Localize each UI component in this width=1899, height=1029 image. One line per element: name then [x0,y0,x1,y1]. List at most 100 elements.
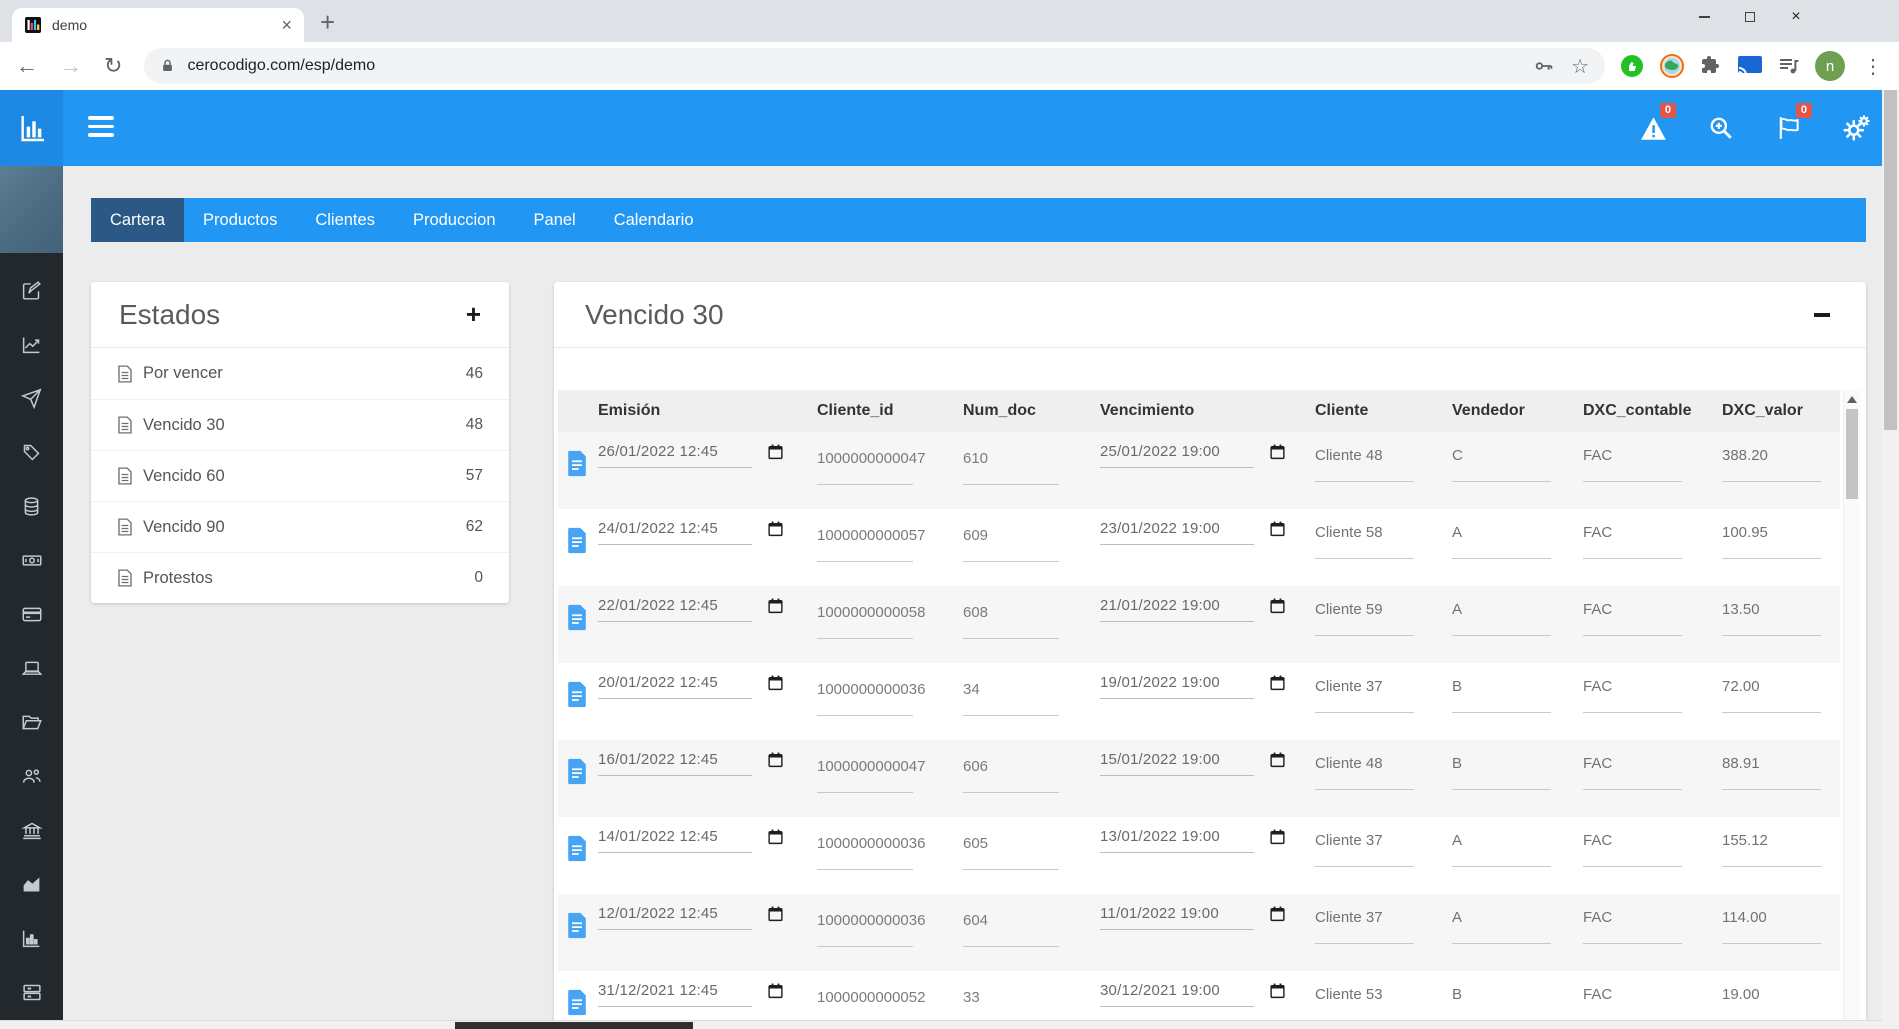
back-button[interactable]: ← [16,53,38,79]
dxc-contable-input[interactable]: FAC [1583,832,1612,849]
page-horizontal-scrollbar[interactable] [0,1020,1882,1029]
dxc-contable-input[interactable]: FAC [1583,986,1612,1003]
document-icon[interactable] [566,681,588,708]
dxc-contable-input[interactable]: FAC [1583,447,1612,464]
sidebar-laptop-icon[interactable] [21,658,43,679]
sidebar-bar-chart-icon[interactable] [21,928,42,949]
app-tab[interactable]: Clientes [296,198,394,242]
emision-date-input[interactable]: 20/01/2022 12:45 [598,674,790,699]
browser-tab[interactable]: demo × [12,8,304,42]
vendedor-input[interactable]: B [1452,986,1462,1003]
adblock-extension-icon[interactable] [1619,53,1645,79]
vendedor-input[interactable]: A [1452,601,1462,618]
cliente-input[interactable]: Cliente 37 [1315,678,1383,695]
tab-close-icon[interactable]: × [281,16,292,34]
emision-date-input[interactable]: 31/12/2021 12:45 [598,982,790,1007]
estados-list-item[interactable]: Vencido 30 48 [91,399,509,450]
vencimiento-date-input[interactable]: 23/01/2022 19:00 [1100,520,1292,545]
password-key-icon[interactable] [1533,55,1555,77]
dxc-contable-input[interactable]: FAC [1583,678,1612,695]
vencimiento-date-input[interactable]: 30/12/2021 19:00 [1100,982,1292,1007]
emision-date-input[interactable]: 12/01/2022 12:45 [598,905,790,930]
dxc-valor-input[interactable]: 155.12 [1722,832,1768,849]
browser-menu-icon[interactable]: ⋮ [1863,54,1883,79]
calendar-icon[interactable] [767,597,784,615]
page-horizontal-scrollbar-thumb[interactable] [455,1022,693,1029]
sidebar-database-icon[interactable] [21,496,42,517]
emision-date-input[interactable]: 24/01/2022 12:45 [598,520,790,545]
vendedor-input[interactable]: A [1452,832,1462,849]
cliente-input[interactable]: Cliente 48 [1315,755,1383,772]
cliente-id-input[interactable]: 1000000000036 [817,681,925,698]
document-icon[interactable] [566,527,588,554]
flags-button[interactable]: 0 [1775,103,1812,142]
calendar-icon[interactable] [767,905,784,923]
scroll-up-arrow-icon[interactable] [1847,396,1857,403]
document-icon[interactable] [566,450,588,477]
forward-button[interactable]: → [60,53,82,79]
vendedor-input[interactable]: A [1452,909,1462,926]
num-doc-input[interactable]: 605 [963,835,988,852]
emision-date-input[interactable]: 26/01/2022 12:45 [598,443,790,468]
sidebar-area-chart-icon[interactable] [21,874,42,895]
estados-list-item[interactable]: Por vencer 46 [91,348,509,399]
collapse-icon[interactable] [1814,312,1830,317]
calendar-icon[interactable] [1269,828,1286,846]
dxc-contable-input[interactable]: FAC [1583,524,1612,541]
dxc-valor-input[interactable]: 13.50 [1722,601,1760,618]
dxc-valor-input[interactable]: 88.91 [1722,755,1760,772]
num-doc-input[interactable]: 606 [963,758,988,775]
window-minimize-button[interactable] [1681,0,1727,34]
document-icon[interactable] [566,604,588,631]
search-button[interactable] [1707,114,1735,142]
vencimiento-date-input[interactable]: 25/01/2022 19:00 [1100,443,1292,468]
playlist-extension-icon[interactable] [1777,54,1801,78]
app-tab[interactable]: Calendario [595,198,713,242]
vencimiento-date-input[interactable]: 15/01/2022 19:00 [1100,751,1292,776]
app-tab[interactable]: Produccion [394,198,515,242]
document-icon[interactable] [566,989,588,1016]
reload-button[interactable]: ↻ [104,53,122,79]
cliente-input[interactable]: Cliente 58 [1315,524,1383,541]
sidebar-bank-icon[interactable] [20,820,43,841]
calendar-icon[interactable] [1269,597,1286,615]
calendar-icon[interactable] [1269,520,1286,538]
document-icon[interactable] [566,835,588,862]
alerts-button[interactable]: 0 [1639,103,1676,142]
calendar-icon[interactable] [767,520,784,538]
calendar-icon[interactable] [1269,905,1286,923]
vencimiento-date-input[interactable]: 19/01/2022 19:00 [1100,674,1292,699]
cliente-id-input[interactable]: 1000000000036 [817,835,925,852]
sidebar-toggle-button[interactable] [88,116,114,137]
bookmark-star-icon[interactable]: ☆ [1571,54,1589,79]
column-header[interactable]: Emisión [598,402,817,420]
window-restore-button[interactable] [1727,0,1773,34]
vendedor-input[interactable]: B [1452,678,1462,695]
cliente-input[interactable]: Cliente 59 [1315,601,1383,618]
document-icon[interactable] [566,758,588,785]
num-doc-input[interactable]: 34 [963,681,980,698]
dxc-valor-input[interactable]: 100.95 [1722,524,1768,541]
sidebar-users-icon[interactable] [20,766,43,787]
cliente-id-input[interactable]: 1000000000052 [817,989,925,1006]
num-doc-input[interactable]: 610 [963,450,988,467]
emision-date-input[interactable]: 14/01/2022 12:45 [598,828,790,853]
settings-button[interactable] [1843,114,1871,142]
estados-add-button[interactable]: + [466,299,481,330]
cliente-id-input[interactable]: 1000000000057 [817,527,925,544]
app-tab[interactable]: Cartera [91,198,185,242]
page-vertical-scrollbar-thumb[interactable] [1884,90,1897,430]
dxc-contable-input[interactable]: FAC [1583,909,1612,926]
app-tab[interactable]: Productos [184,198,296,242]
sidebar-edit-icon[interactable] [21,280,42,301]
num-doc-input[interactable]: 609 [963,527,988,544]
estados-list-item[interactable]: Vencido 90 62 [91,501,509,552]
vendedor-input[interactable]: A [1452,524,1462,541]
dxc-contable-input[interactable]: FAC [1583,755,1612,772]
cliente-input[interactable]: Cliente 37 [1315,832,1383,849]
calendar-icon[interactable] [767,674,784,692]
vencimiento-date-input[interactable]: 13/01/2022 19:00 [1100,828,1292,853]
vencimiento-date-input[interactable]: 21/01/2022 19:00 [1100,597,1292,622]
emision-date-input[interactable]: 22/01/2022 12:45 [598,597,790,622]
url-text[interactable]: cerocodigo.com/esp/demo [187,57,375,75]
